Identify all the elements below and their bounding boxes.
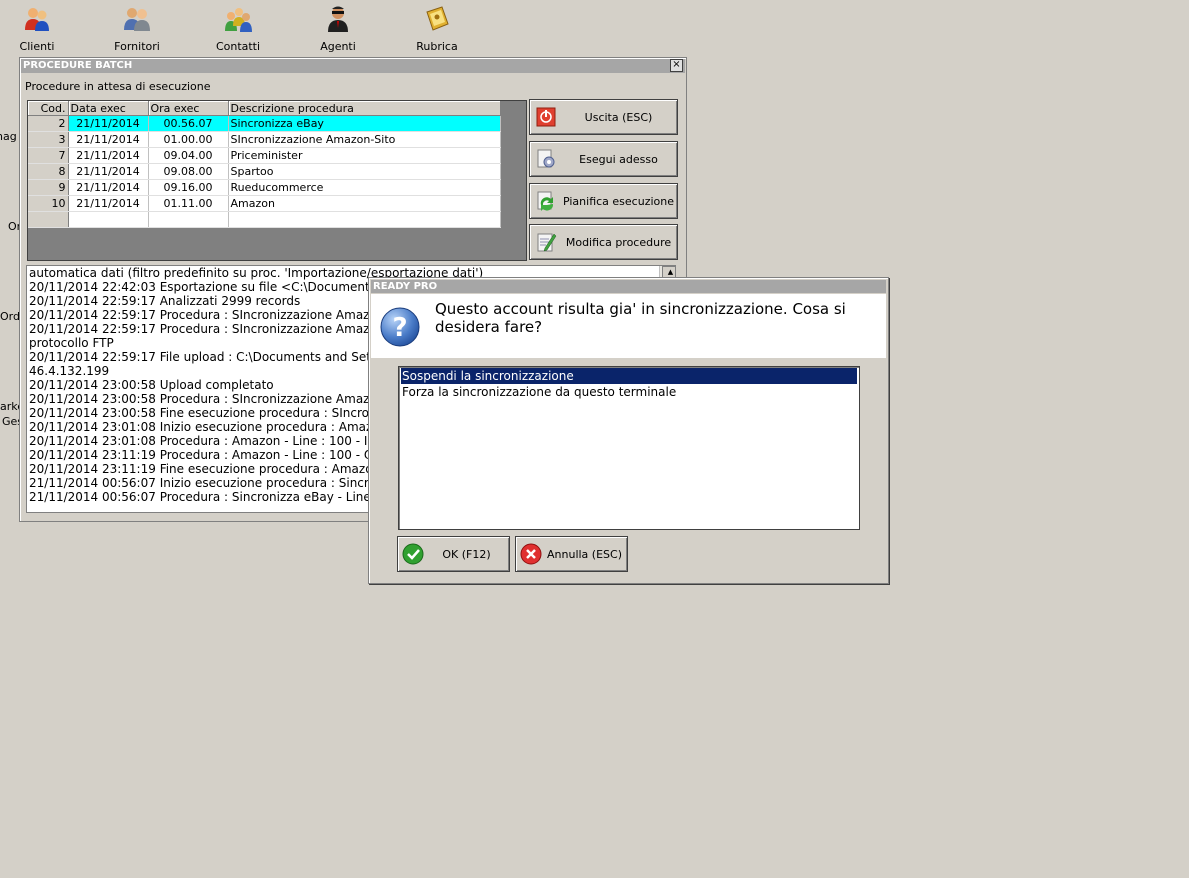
- edit-procedures-button-label: Modifica procedure: [565, 236, 672, 249]
- cell-cod: 7: [28, 147, 69, 164]
- edit-procedures-button[interactable]: Modifica procedure: [529, 224, 678, 260]
- ok-button[interactable]: OK (F12): [397, 536, 510, 572]
- toolbar-fornitori-button[interactable]: Fornitori: [102, 4, 172, 54]
- grid-header-row: Cod. Data exec Ora exec Descrizione proc…: [28, 101, 501, 116]
- dialog-title: READY PRO: [371, 280, 886, 293]
- background-label: Ordi: [0, 310, 19, 323]
- cell-ora: 09.08.00: [148, 163, 229, 180]
- procedures-grid[interactable]: Cod. Data exec Ora exec Descrizione proc…: [27, 100, 527, 261]
- dialog-message-area: ? Questo account risulta gia' in sincron…: [371, 294, 886, 358]
- option-force-sync[interactable]: Forza la sincronizzazione da questo term…: [401, 384, 857, 400]
- cell-data: 21/11/2014: [68, 131, 149, 148]
- background-label: nag: [0, 130, 17, 143]
- table-row[interactable]: 7 21/11/2014 09.04.00 Priceminister: [28, 147, 501, 164]
- background-label: Or: [8, 220, 19, 233]
- table-row[interactable]: 9 21/11/2014 09.16.00 Rueducommerce: [28, 179, 501, 196]
- schedule-refresh-icon: [537, 191, 554, 211]
- toolbar-contatti-label: Contatti: [215, 40, 261, 53]
- toolbar-contatti-button[interactable]: Contatti: [203, 4, 273, 54]
- cell-desc: Spartoo: [228, 163, 501, 180]
- cell-cod: 10: [28, 195, 69, 212]
- cell-ora: 09.16.00: [148, 179, 229, 196]
- agents-icon: [328, 6, 348, 32]
- address-book-icon: [426, 6, 449, 31]
- options-list[interactable]: Sospendi la sincronizzazione Forza la si…: [398, 366, 860, 530]
- toolbar-rubrica-label: Rubrica: [416, 40, 458, 53]
- schedule-button-label: Pianifica esecuzione: [562, 195, 674, 208]
- table-row[interactable]: 8 21/11/2014 09.08.00 Spartoo: [28, 163, 501, 180]
- power-icon: [536, 107, 556, 127]
- toolbar-clienti-label: Clienti: [19, 40, 55, 53]
- cell-desc: Amazon: [228, 195, 501, 212]
- table-row[interactable]: 10 21/11/2014 01.11.00 Amazon: [28, 195, 501, 212]
- cell-cod: 2: [28, 115, 69, 132]
- edit-pencil-icon: [537, 233, 557, 252]
- cancel-button[interactable]: Annulla (ESC): [515, 536, 628, 572]
- option-suspend-sync[interactable]: Sospendi la sincronizzazione: [401, 368, 857, 384]
- cell-data: 21/11/2014: [68, 195, 149, 212]
- cell-desc: Rueducommerce: [228, 179, 501, 196]
- toolbar-fornitori-label: Fornitori: [114, 40, 160, 53]
- table-row[interactable]: 2 21/11/2014 00.56.07 Sincronizza eBay: [28, 115, 501, 132]
- column-header[interactable]: Descrizione procedura: [228, 101, 501, 116]
- cell-data: 21/11/2014: [68, 179, 149, 196]
- cell-data: 21/11/2014: [68, 163, 149, 180]
- cell-cod: 8: [28, 163, 69, 180]
- toolbar-agenti-button[interactable]: Agenti: [303, 4, 373, 54]
- column-header[interactable]: Cod.: [28, 101, 69, 116]
- exit-button[interactable]: Uscita (ESC): [529, 99, 678, 135]
- cell-ora: 00.56.07: [148, 115, 229, 132]
- cell-desc: SIncronizzazione Amazon-Sito: [228, 131, 501, 148]
- question-icon: ?: [380, 307, 420, 347]
- window-title: PROCEDURE BATCH: [21, 59, 685, 73]
- ok-button-label: OK (F12): [442, 548, 491, 561]
- cell-ora: 01.00.00: [148, 131, 229, 148]
- cell-cod: 3: [28, 131, 69, 148]
- run-gear-icon: [537, 149, 555, 168]
- cell-data: 21/11/2014: [68, 115, 149, 132]
- background-label: arke: [0, 400, 19, 413]
- cell-ora: 01.11.00: [148, 195, 229, 212]
- cell-ora: 09.04.00: [148, 147, 229, 164]
- column-header[interactable]: Data exec: [68, 101, 149, 116]
- cell-desc: Sincronizza eBay: [228, 115, 501, 132]
- toolbar-agenti-label: Agenti: [320, 40, 356, 53]
- table-row[interactable]: 3 21/11/2014 01.00.00 SIncronizzazione A…: [28, 131, 501, 148]
- run-now-button-label: Esegui adesso: [579, 153, 658, 166]
- background-label: Ges: [2, 415, 19, 428]
- table-row-empty[interactable]: [28, 211, 501, 228]
- close-icon[interactable]: ×: [670, 59, 683, 72]
- cell-cod: 9: [28, 179, 69, 196]
- contacts-icon: [225, 8, 252, 32]
- column-header[interactable]: Ora exec: [148, 101, 229, 116]
- svg-text:?: ?: [392, 313, 407, 343]
- exit-button-label: Uscita (ESC): [584, 111, 653, 124]
- run-now-button[interactable]: Esegui adesso: [529, 141, 678, 177]
- window-subtitle: Procedure in attesa di esecuzione: [25, 80, 211, 93]
- toolbar-clienti-button[interactable]: Clienti: [2, 4, 72, 54]
- cell-desc: Priceminister: [228, 147, 501, 164]
- cell-data: 21/11/2014: [68, 147, 149, 164]
- clients-icon: [25, 8, 49, 31]
- cancel-button-label: Annulla (ESC): [547, 548, 622, 561]
- check-icon: [402, 543, 424, 565]
- toolbar-rubrica-button[interactable]: Rubrica: [402, 4, 472, 54]
- schedule-button[interactable]: Pianifica esecuzione: [529, 183, 678, 219]
- dialog-message: Questo account risulta gia' in sincroniz…: [435, 300, 846, 336]
- cancel-x-icon: [520, 543, 542, 565]
- ready-pro-dialog: READY PRO ? Questo account risulta gia' …: [368, 277, 889, 584]
- suppliers-icon: [124, 8, 150, 31]
